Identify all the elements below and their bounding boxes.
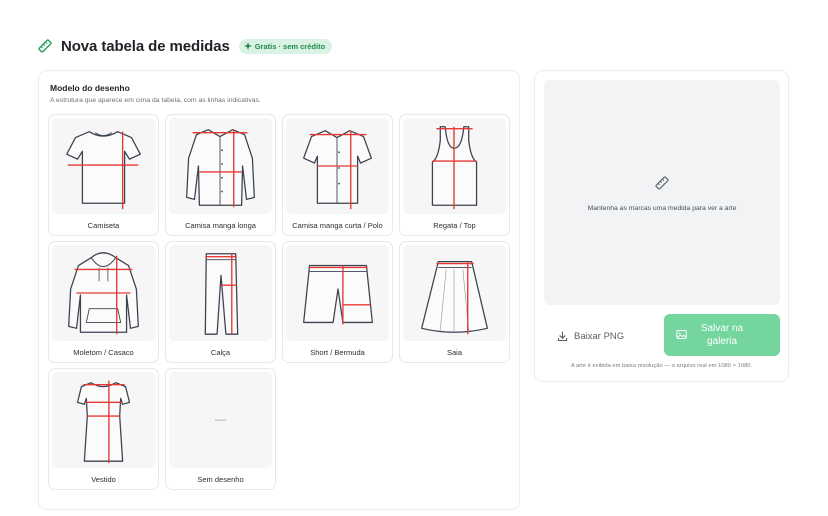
garment-card-skirt[interactable]: Saia (399, 241, 510, 363)
preview-canvas: Mantenha as marcas uma medida para ver a… (544, 80, 780, 305)
skirt-icon (403, 245, 506, 341)
model-section-subtitle: A estrutura que aparece em cima da tabel… (50, 97, 261, 104)
long-sleeve-shirt-icon (169, 118, 272, 214)
garment-label: Vestido (91, 475, 116, 484)
no-drawing-placeholder: — (215, 414, 226, 426)
ruler-icon (38, 39, 52, 53)
dash-icon: — (169, 372, 272, 468)
garment-card-short-sleeve[interactable]: Camisa manga curta / Polo (282, 114, 393, 236)
download-icon (557, 330, 568, 341)
hoodie-icon (52, 245, 155, 341)
tshirt-icon (52, 118, 155, 214)
shorts-icon (286, 245, 389, 341)
garment-card-hoodie[interactable]: Moletom / Casaco (48, 241, 159, 363)
image-icon (676, 330, 687, 339)
garment-card-shorts[interactable]: Short / Bermuda (282, 241, 393, 363)
garment-card-pants[interactable]: Calça (165, 241, 276, 363)
garment-label: Calça (210, 348, 231, 357)
tank-top-icon (403, 118, 506, 214)
garment-label: Sem desenho (197, 475, 244, 484)
free-badge: Gratis · sem crédito (238, 38, 333, 54)
garment-label: Regata / Top (433, 221, 476, 230)
badge-label: Gratis · sem crédito (254, 41, 326, 51)
resolution-note: A arte é exibida em baixa resolução — o … (570, 363, 753, 369)
page-header: Nova tabela de medidas Gratis · sem créd… (38, 36, 333, 56)
garment-card-no-drawing[interactable]: — Sem desenho (165, 368, 276, 490)
pants-icon (169, 245, 272, 341)
page-title: Nova tabela de medidas (61, 37, 230, 55)
garment-card-tank-top[interactable]: Regata / Top (399, 114, 510, 236)
save-to-gallery-button[interactable]: Salvar na galeria (664, 314, 780, 356)
garment-label: Camisa manga curta / Polo (292, 221, 383, 230)
sparkle-icon (243, 42, 252, 50)
garment-card-tshirt[interactable]: Camiseta (48, 114, 159, 236)
preview-message: Mantenha as marcas uma medida para ver a… (587, 205, 737, 212)
garment-label: Short / Bermuda (310, 348, 365, 357)
download-png-button[interactable]: Baixar PNG (557, 326, 624, 346)
model-section-title: Modelo do desenho (50, 83, 130, 93)
model-panel: Modelo do desenho A estrutura que aparec… (38, 70, 520, 510)
save-label: Salvar na galeria (700, 322, 744, 348)
ruler-icon (655, 176, 669, 190)
garment-label: Camisa manga longa (185, 221, 256, 230)
dress-icon (52, 372, 155, 468)
garment-label: Saia (446, 348, 462, 357)
download-label: Baixar PNG (574, 330, 625, 342)
garment-label: Camiseta (87, 221, 120, 230)
short-sleeve-shirt-icon (286, 118, 389, 214)
preview-panel: Mantenha as marcas uma medida para ver a… (534, 70, 789, 382)
garment-label: Moletom / Casaco (73, 348, 134, 357)
garment-card-long-sleeve[interactable]: Camisa manga longa (165, 114, 276, 236)
garment-card-dress[interactable]: Vestido (48, 368, 159, 490)
